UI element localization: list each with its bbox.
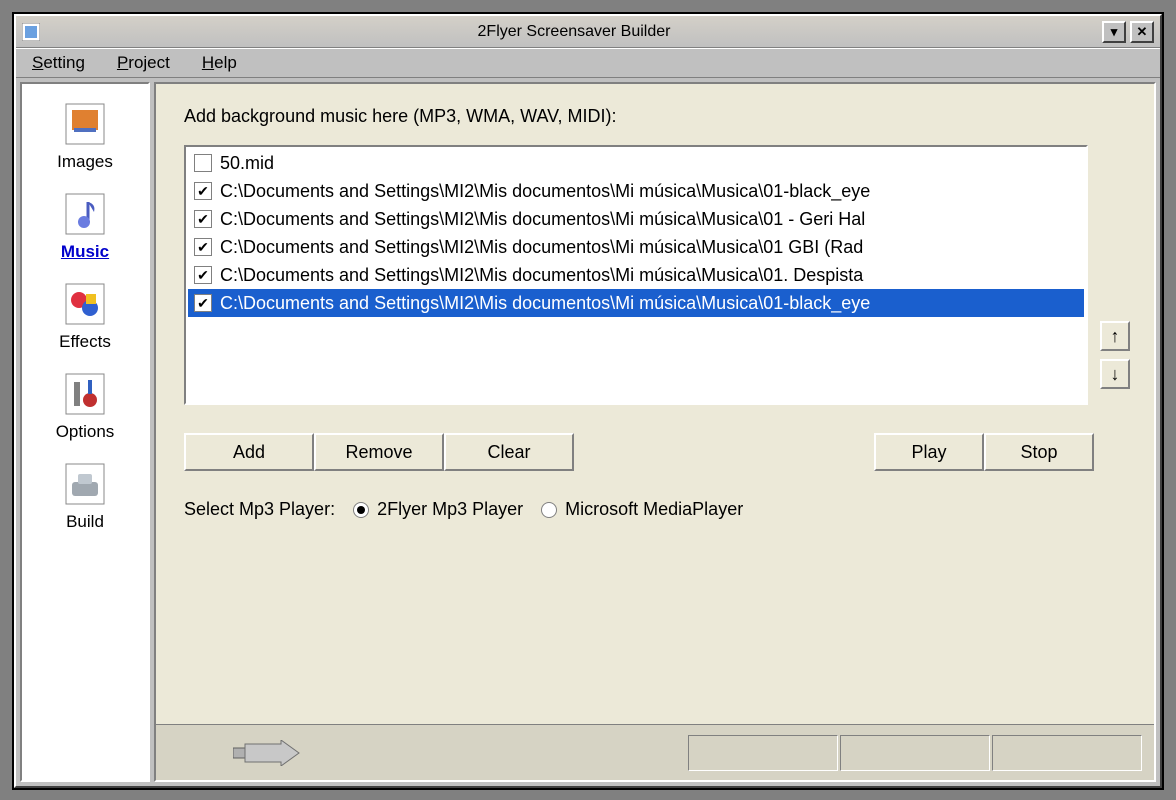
player-label: Select Mp3 Player: [184, 499, 335, 520]
sidebar-item-label: Effects [22, 332, 148, 352]
stop-button[interactable]: Stop [984, 433, 1094, 471]
checkbox-icon[interactable]: ✔ [194, 294, 212, 312]
add-button[interactable]: Add [184, 433, 314, 471]
menu-setting[interactable]: Setting [32, 53, 85, 73]
checkbox-icon[interactable]: ✔ [194, 266, 212, 284]
main-panel: Add background music here (MP3, WMA, WAV… [154, 82, 1156, 782]
status-cell [992, 735, 1142, 771]
list-item-label: C:\Documents and Settings\MI2\Mis docume… [220, 181, 870, 202]
sidebar-item-build[interactable]: Build [22, 454, 148, 542]
sidebar-item-label: Options [22, 422, 148, 442]
radio-icon [541, 502, 557, 518]
list-item-label: C:\Documents and Settings\MI2\Mis docume… [220, 237, 863, 258]
status-cell [688, 735, 838, 771]
checkbox-icon[interactable]: ✔ [194, 210, 212, 228]
menu-help[interactable]: Help [202, 53, 237, 73]
list-item[interactable]: ✔ C:\Documents and Settings\MI2\Mis docu… [188, 261, 1084, 289]
list-item[interactable]: ✔ C:\Documents and Settings\MI2\Mis docu… [188, 205, 1084, 233]
list-item-label: C:\Documents and Settings\MI2\Mis docume… [220, 293, 870, 314]
checkbox-icon[interactable]: ✔ [194, 182, 212, 200]
radio-label: Microsoft MediaPlayer [565, 499, 743, 520]
images-icon [61, 100, 109, 148]
next-arrow-icon [228, 739, 308, 767]
close-button[interactable]: ✕ [1130, 21, 1154, 43]
sidebar-item-music[interactable]: Music [22, 184, 148, 272]
sidebar-item-images[interactable]: Images [22, 94, 148, 182]
sidebar: Images Music Effects Options [20, 82, 150, 782]
list-item[interactable]: ✔ C:\Documents and Settings\MI2\Mis docu… [188, 177, 1084, 205]
move-down-button[interactable]: ↓ [1100, 359, 1130, 389]
checkbox-icon[interactable]: ✔ [194, 238, 212, 256]
section-label: Add background music here (MP3, WMA, WAV… [184, 106, 1132, 127]
list-item-label: C:\Documents and Settings\MI2\Mis docume… [220, 209, 865, 230]
list-item[interactable]: 50.mid [188, 149, 1084, 177]
radio-label: 2Flyer Mp3 Player [377, 499, 523, 520]
menubar: Setting Project Help [16, 48, 1160, 78]
move-up-button[interactable]: ↑ [1100, 321, 1130, 351]
radio-2flyer-player[interactable]: 2Flyer Mp3 Player [353, 499, 523, 520]
music-icon [61, 190, 109, 238]
minimize-button[interactable]: ▾ [1102, 21, 1126, 43]
arrow-down-icon: ↓ [1111, 364, 1120, 385]
list-item[interactable]: ✔ C:\Documents and Settings\MI2\Mis docu… [188, 289, 1084, 317]
options-icon [61, 370, 109, 418]
window-title: 2Flyer Screensaver Builder [46, 23, 1102, 41]
checkbox-icon[interactable] [194, 154, 212, 172]
app-icon [22, 23, 40, 41]
app-window: 2Flyer Screensaver Builder ▾ ✕ Setting P… [14, 14, 1162, 788]
list-item[interactable]: ✔ C:\Documents and Settings\MI2\Mis docu… [188, 233, 1084, 261]
sidebar-item-effects[interactable]: Effects [22, 274, 148, 362]
arrow-up-icon: ↑ [1111, 326, 1120, 347]
remove-button[interactable]: Remove [314, 433, 444, 471]
play-button[interactable]: Play [874, 433, 984, 471]
titlebar: 2Flyer Screensaver Builder ▾ ✕ [16, 16, 1160, 48]
sidebar-item-options[interactable]: Options [22, 364, 148, 452]
menu-project[interactable]: Project [117, 53, 170, 73]
list-item-label: 50.mid [220, 153, 274, 174]
statusbar [156, 724, 1154, 780]
radio-ms-player[interactable]: Microsoft MediaPlayer [541, 499, 743, 520]
radio-icon [353, 502, 369, 518]
effects-icon [61, 280, 109, 328]
build-icon [61, 460, 109, 508]
clear-button[interactable]: Clear [444, 433, 574, 471]
sidebar-item-label: Build [22, 512, 148, 532]
sidebar-item-label: Images [22, 152, 148, 172]
file-list[interactable]: 50.mid ✔ C:\Documents and Settings\MI2\M… [184, 145, 1088, 405]
list-item-label: C:\Documents and Settings\MI2\Mis docume… [220, 265, 863, 286]
sidebar-item-label: Music [22, 242, 148, 262]
status-cell [840, 735, 990, 771]
